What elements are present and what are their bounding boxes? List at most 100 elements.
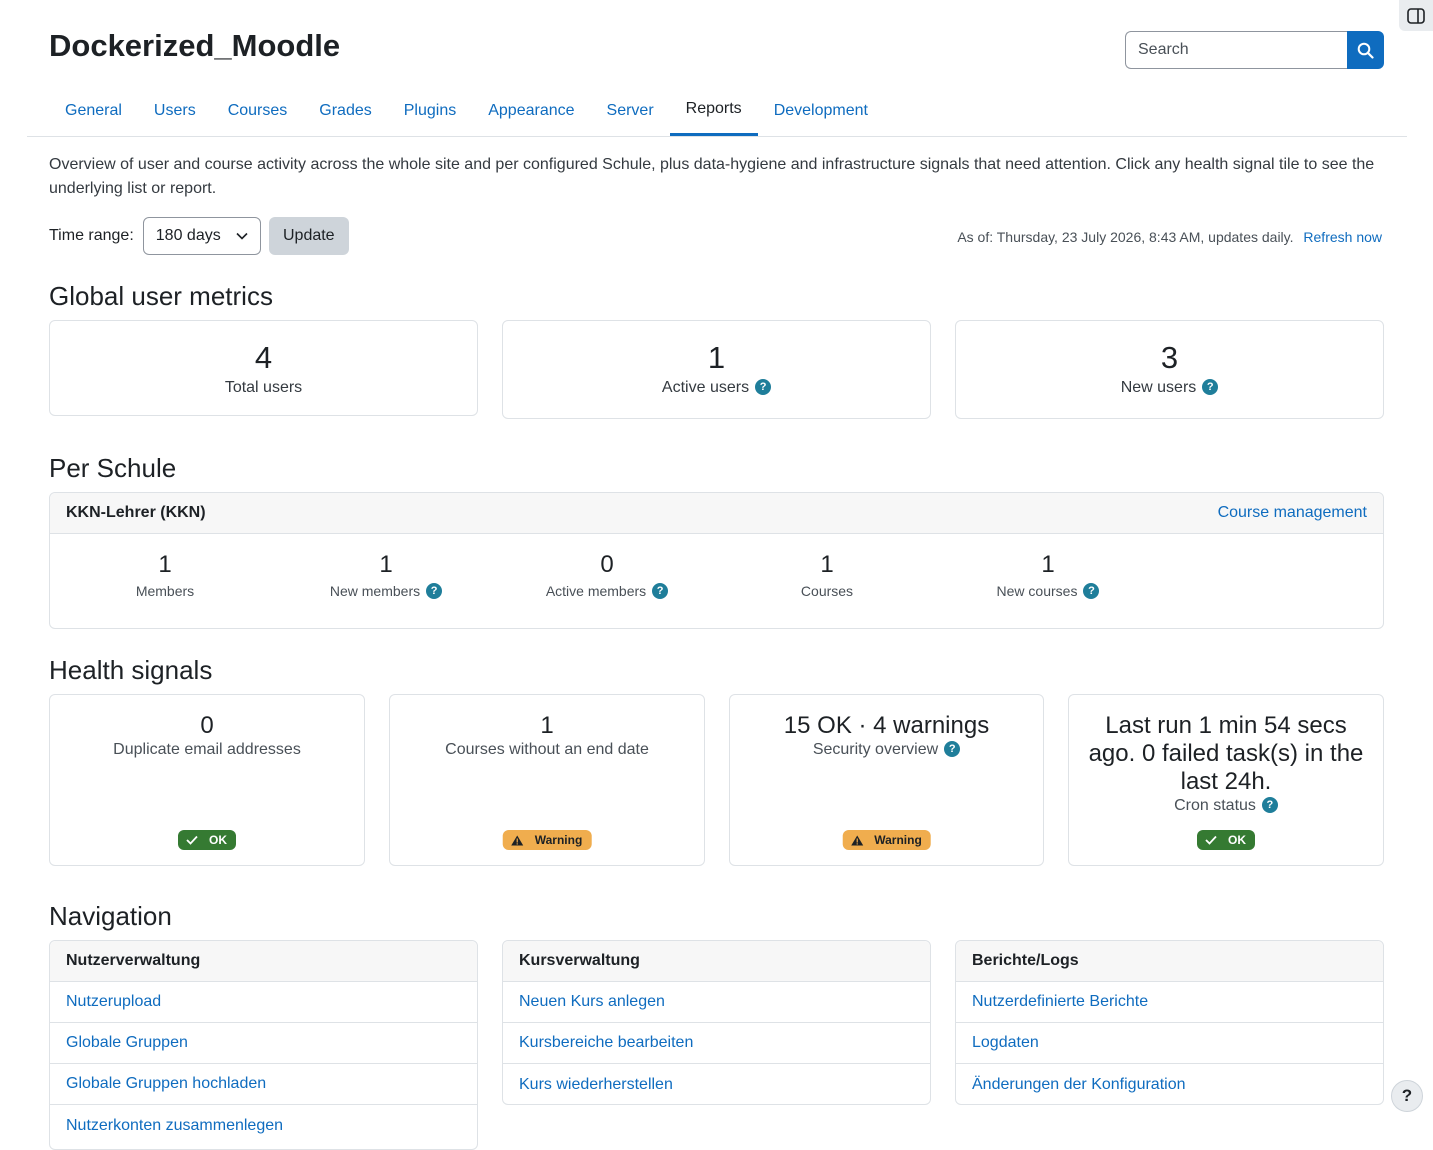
metric-value: 1 (707, 340, 726, 375)
drawer-toggle-button[interactable] (1399, 0, 1433, 31)
tab-users[interactable]: Users (138, 85, 212, 136)
help-icon[interactable]: ? (1202, 378, 1219, 395)
metric-label: New users (1120, 379, 1197, 396)
help-icon[interactable]: ? (652, 583, 669, 600)
schule-stat-new-courses: 1 New courses? (938, 551, 1158, 600)
help-icon[interactable]: ? (426, 583, 443, 600)
tab-server[interactable]: Server (591, 85, 670, 136)
nav-link-aenderungen-der-konfiguration[interactable]: Änderungen der Konfiguration (956, 1064, 1383, 1105)
course-management-link[interactable]: Course management (1218, 504, 1367, 522)
time-range-row: Time range: 180 days Update (49, 217, 349, 255)
signal-value: 1 (540, 712, 554, 739)
metric-total-users: 4 Total users (49, 320, 478, 416)
schule-stat-members: 1 Members (55, 551, 275, 599)
intro-text: Overview of user and course activity acr… (49, 156, 1375, 197)
metric-active-users: 1 Active users? (502, 320, 931, 419)
nav-group-title: Nutzerverwaltung (50, 941, 477, 982)
per-schule-heading: Per Schule (49, 453, 177, 483)
sidebar-panel-icon (1407, 7, 1425, 24)
nav-link-kurs-wiederherstellen[interactable]: Kurs wiederherstellen (503, 1064, 930, 1105)
as-of-text: As of: Thursday, 23 July 2026, 8:43 AM, … (957, 229, 1294, 245)
update-button[interactable]: Update (268, 217, 349, 255)
status-badge: OK (178, 830, 236, 850)
check-icon (186, 835, 198, 845)
tab-development[interactable]: Development (758, 85, 884, 136)
stat-label: Members (135, 583, 195, 599)
signal-label: Cron status (1174, 797, 1256, 814)
signal-label: Courses without an end date (445, 741, 649, 758)
stat-value: 1 (1041, 551, 1055, 578)
health-signals-heading: Health signals (49, 655, 213, 685)
schule-card-header: KKN-Lehrer (KKN) Course management (50, 493, 1383, 534)
stat-label: New courses (996, 583, 1078, 599)
search-input[interactable] (1125, 31, 1347, 69)
schule-stat-new-members: 1 New members? (276, 551, 496, 600)
nav-group-kursverwaltung: Kursverwaltung Neuen Kurs anlegen Kursbe… (502, 940, 931, 1105)
tab-grades[interactable]: Grades (303, 85, 387, 136)
admin-tabs: General Users Courses Grades Plugins App… (27, 86, 1407, 137)
tab-courses[interactable]: Courses (212, 85, 304, 136)
nav-link-nutzerdefinierte-berichte[interactable]: Nutzerdefinierte Berichte (956, 982, 1383, 1023)
metric-label: Active users (661, 379, 750, 396)
stat-label: New members (329, 583, 421, 599)
status-text: Warning (534, 833, 583, 847)
schule-stat-active-members: 0 Active members? (497, 551, 717, 600)
health-tile-courses-no-end-date[interactable]: 1 Courses without an end date Warning (389, 694, 705, 866)
schule-name: KKN-Lehrer (KKN) (66, 504, 206, 521)
time-range-label: Time range: (49, 227, 134, 244)
site-title: Dockerized_Moodle (49, 28, 341, 63)
metric-value: 4 (254, 340, 273, 375)
health-tile-security-overview[interactable]: 15 OK · 4 warnings Security overview? Wa… (729, 694, 1044, 866)
navigation-heading: Navigation (49, 901, 172, 931)
help-icon[interactable]: ? (1261, 796, 1278, 813)
schule-stat-courses: 1 Courses (717, 551, 937, 599)
health-tile-duplicate-emails[interactable]: 0 Duplicate email addresses OK (49, 694, 365, 866)
help-icon[interactable]: ? (944, 740, 961, 757)
nav-group-nutzerverwaltung: Nutzerverwaltung Nutzerupload Globale Gr… (49, 940, 478, 1150)
stat-value: 1 (158, 551, 172, 578)
tab-general[interactable]: General (49, 85, 138, 136)
status-text: Warning (874, 833, 922, 847)
status-text: OK (1228, 833, 1246, 847)
help-icon[interactable]: ? (1083, 583, 1100, 600)
nav-link-globale-gruppen[interactable]: Globale Gruppen (50, 1023, 477, 1064)
nav-link-nutzerupload[interactable]: Nutzerupload (50, 982, 477, 1023)
nav-link-kursbereiche-bearbeiten[interactable]: Kursbereiche bearbeiten (503, 1023, 930, 1064)
refresh-now-link[interactable]: Refresh now (1303, 229, 1382, 245)
nav-link-nutzerkonten-zusammenlegen[interactable]: Nutzerkonten zusammenlegen (50, 1105, 477, 1146)
warning-icon (850, 835, 863, 845)
search-button[interactable] (1347, 31, 1384, 69)
metric-label: Total users (224, 379, 303, 396)
status-badge: OK (1197, 830, 1255, 850)
as-of-status: As of: Thursday, 23 July 2026, 8:43 AM, … (957, 229, 1382, 245)
status-text: OK (209, 833, 227, 847)
signal-label: Duplicate email addresses (113, 741, 301, 758)
stat-value: 1 (379, 551, 393, 578)
nav-link-logdaten[interactable]: Logdaten (956, 1023, 1383, 1064)
nav-group-title: Kursverwaltung (503, 941, 930, 982)
signal-value: 15 OK · 4 warnings (783, 712, 990, 739)
signal-value: 0 (200, 712, 214, 739)
search-box (1125, 31, 1384, 69)
nav-link-globale-gruppen-hochladen[interactable]: Globale Gruppen hochladen (50, 1064, 477, 1105)
tab-appearance[interactable]: Appearance (472, 85, 590, 136)
help-button[interactable]: ? (1391, 1080, 1423, 1112)
status-badge: Warning (502, 830, 592, 850)
signal-label: Security overview (812, 741, 939, 758)
time-range-value: 180 days (155, 227, 221, 244)
tab-plugins[interactable]: Plugins (388, 85, 472, 136)
warning-icon (511, 835, 524, 845)
nav-group-berichte-logs: Berichte/Logs Nutzerdefinierte Berichte … (955, 940, 1384, 1105)
stat-label: Active members (545, 583, 647, 599)
help-icon[interactable]: ? (755, 378, 772, 395)
tab-reports[interactable]: Reports (669, 85, 758, 136)
stat-value: 0 (600, 551, 614, 578)
health-tile-cron-status[interactable]: Last run 1 min 54 secs ago. 0 failed tas… (1068, 694, 1384, 866)
time-range-select[interactable]: 180 days (142, 217, 261, 255)
schule-stats: 1 Members 1 New members? 0 Active member… (50, 534, 1383, 628)
search-icon (1357, 42, 1374, 59)
nav-link-neuen-kurs-anlegen[interactable]: Neuen Kurs anlegen (503, 982, 930, 1023)
metric-value: 3 (1160, 340, 1179, 375)
stat-value: 1 (820, 551, 834, 578)
stat-label: Courses (800, 583, 854, 599)
